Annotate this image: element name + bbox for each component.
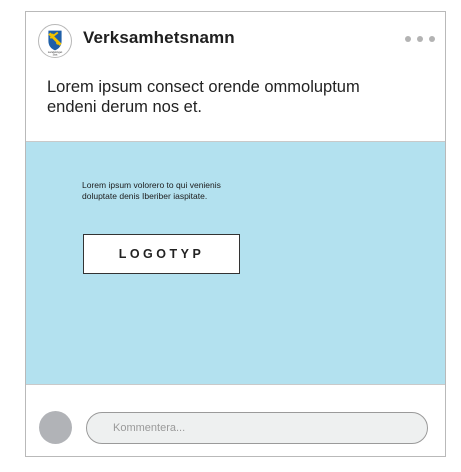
post-media[interactable]: Lorem ipsum volorero to qui venienis dol… xyxy=(26,141,445,385)
post-header: Landstinget Stat Verksamhetsnamn Lorem i… xyxy=(26,12,445,142)
comment-input[interactable] xyxy=(86,412,428,444)
coat-of-arms-icon: Landstinget Stat xyxy=(39,25,71,57)
user-avatar xyxy=(39,411,72,444)
dot-icon xyxy=(429,36,435,42)
post-text: Lorem ipsum consect orende ommoluptum en… xyxy=(47,78,360,116)
post-card: Landstinget Stat Verksamhetsnamn Lorem i… xyxy=(25,11,446,457)
organization-logo[interactable]: Landstinget Stat xyxy=(38,24,72,58)
comment-row xyxy=(26,385,445,458)
logotype-label: LOGOTYP xyxy=(118,247,205,261)
dot-icon xyxy=(417,36,423,42)
svg-text:Stat: Stat xyxy=(53,53,58,57)
logotype-placeholder: LOGOTYP xyxy=(83,234,240,274)
more-options-button[interactable] xyxy=(405,36,435,42)
ad-copy-text: Lorem ipsum volorero to qui venienis dol… xyxy=(82,180,221,201)
organization-name[interactable]: Verksamhetsnamn xyxy=(83,28,235,48)
dot-icon xyxy=(405,36,411,42)
